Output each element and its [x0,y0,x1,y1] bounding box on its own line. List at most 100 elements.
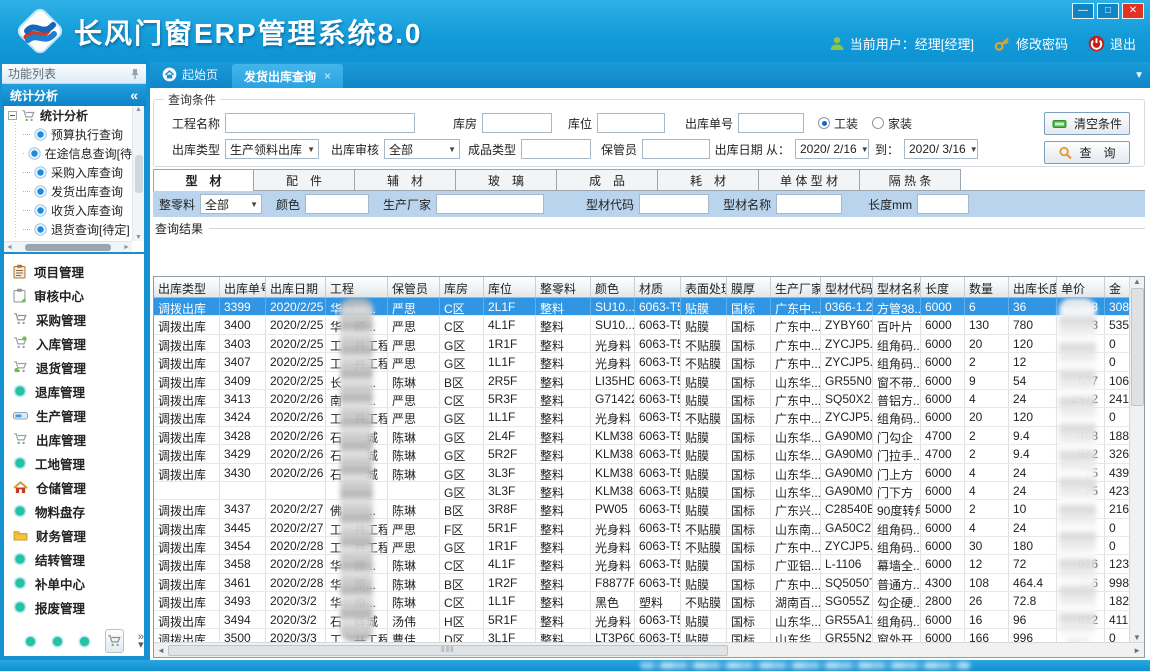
radio-jiazhuang[interactable]: 家装 [872,115,912,132]
table-row[interactable]: 调拨出库34372020/2/27佛 ...陈琳B区3R8F整料PW056063… [154,500,1135,518]
tree-item[interactable]: 预算执行查询 [4,125,132,144]
column-header[interactable]: 库房 [440,277,484,297]
cart-panel-button[interactable] [105,629,124,653]
sidebar-item-退库管理[interactable]: 退库管理 [4,379,144,403]
date-from-picker[interactable]: 2020/ 2/16▼ [795,139,869,159]
table-row[interactable]: G区3L3F整料KLM38176063-T5贴膜国标山东华...GA90M09.… [154,482,1135,500]
search-button[interactable]: 查 询 [1044,141,1130,164]
column-header[interactable]: 出库长度 [1009,277,1057,297]
column-header[interactable]: 出库单号 [220,277,266,297]
collapse-icon[interactable]: « [130,87,138,103]
table-row[interactable]: 调拨出库34542020/2/28工 共工程严思G区1R1F整料光身料6063-… [154,537,1135,555]
table-row[interactable]: 调拨出库34932020/3/2华 原...陈琳C区1L1F整料黑色塑料不贴膜国… [154,592,1135,610]
table-row[interactable]: 调拨出库34092020/2/25长 ...陈琳B区2R5F整料LI35HD60… [154,372,1135,390]
sidebar-item-工地管理[interactable]: 工地管理 [4,451,144,475]
column-header[interactable]: 材质 [635,277,681,297]
profile-name-input[interactable] [776,194,842,214]
maximize-button[interactable]: □ [1097,3,1119,19]
tab-list-dropdown-icon[interactable]: ▼ [1134,70,1144,81]
circle-icon[interactable] [78,635,91,648]
product-type-input[interactable] [521,139,591,159]
tree-vertical-scrollbar[interactable]: ▲▼ [132,106,144,241]
change-password-button[interactable]: 修改密码 [994,34,1068,53]
clear-conditions-button[interactable]: 清空条件 [1044,112,1130,135]
material-tab[interactable]: 单 体 型 材 [759,169,860,190]
profile-code-input[interactable] [639,194,709,214]
pin-icon[interactable] [130,68,140,80]
sidebar-item-出库管理[interactable]: 出库管理 [4,427,144,451]
column-header[interactable]: 出库类型 [154,277,220,297]
material-tab[interactable]: 耗 材 [658,169,759,190]
table-row[interactable]: 调拨出库34582020/2/28华 原...陈琳C区4L1F整料光身料6063… [154,555,1135,573]
circle-icon[interactable] [24,635,37,648]
column-header[interactable]: 型材代码 [821,277,873,297]
tree-item[interactable]: 收货入库查询 [4,201,132,220]
sidebar-item-结转管理[interactable]: 结转管理 [4,547,144,571]
minimize-button[interactable]: — [1072,3,1094,19]
material-tab[interactable]: 玻 璃 [456,169,557,190]
project-name-input[interactable] [225,113,415,133]
sidebar-item-生产管理[interactable]: 生产管理 [4,403,144,427]
table-row[interactable]: 调拨出库34612020/2/28华 原...陈琳B区1R2F整料F8877FT… [154,574,1135,592]
table-row[interactable]: 调拨出库34302020/2/26石 城陈琳G区3L3F整料KLM3817606… [154,464,1135,482]
table-row[interactable]: 调拨出库34132020/2/26南 ...严思C区5R3F整料G7142260… [154,390,1135,408]
tree-item[interactable]: 采购入库查询 [4,163,132,182]
tree-item[interactable]: 在途信息查询[待 [4,144,132,163]
table-row[interactable]: 调拨出库34452020/2/27工 共工程严思F区5R1F整料光身料6063-… [154,519,1135,537]
outbound-audit-select[interactable]: 全部▼ [384,139,460,159]
material-tab[interactable]: 型 材 [153,169,254,191]
circle-icon[interactable] [51,635,64,648]
sidebar-item-报废管理[interactable]: 报废管理 [4,595,144,619]
material-tab[interactable]: 成 品 [557,169,658,190]
tree-root[interactable]: 统计分析 [4,106,132,125]
column-header[interactable]: 出库日期 [266,277,326,297]
table-row[interactable]: 调拨出库34942020/3/2石 辉城汤伟H区5R1F整料光身料6063-T5… [154,611,1135,629]
column-header[interactable]: 长度 [921,277,965,297]
grid-horizontal-scrollbar[interactable]: ◄⦀⦀⦀► [154,642,1144,657]
column-header[interactable]: 单价 [1057,277,1105,297]
sidebar-item-采购管理[interactable]: 采购管理 [4,307,144,331]
factory-input[interactable] [436,194,544,214]
column-header[interactable]: 颜色 [591,277,635,297]
table-row[interactable]: 调拨出库34072020/2/25工 共工程严思G区1L1F整料光身料6063-… [154,353,1135,371]
column-header[interactable]: 整零料 [536,277,591,297]
keeper-input[interactable] [642,139,710,159]
column-header[interactable]: 表面处理 [681,277,727,297]
close-button[interactable]: ✕ [1122,3,1144,19]
table-row[interactable]: 调拨出库34282020/2/26石 城陈琳G区2L4F整料KLM3817606… [154,427,1135,445]
table-row[interactable]: 调拨出库34242020/2/26工 共工程严思G区1L1F整料光身料6063-… [154,408,1135,426]
material-tab[interactable]: 隔 热 条 [860,169,961,190]
tab-shipping-outbound-query[interactable]: 发货出库查询 × [232,64,343,88]
table-row[interactable]: 调拨出库33992020/2/25华 原...严思C区2L1F整料SU10...… [154,298,1135,316]
table-row[interactable]: 调拨出库34292020/2/26石 城陈琳G区5R2F整料KLM3817606… [154,445,1135,463]
grid-vertical-scrollbar[interactable]: ▲▼ [1129,277,1144,642]
tree-item[interactable]: 退货查询[待定] [4,220,132,239]
color-input[interactable] [305,194,369,214]
tab-home[interactable]: 起始页 [150,66,232,88]
sidebar-item-补单中心[interactable]: 补单中心 [4,571,144,595]
sidebar-item-入库管理[interactable]: 入库管理 [4,331,144,355]
zhengliao-select[interactable]: 全部▼ [200,194,262,214]
date-to-picker[interactable]: 2020/ 3/16▼ [904,139,978,159]
sidebar-item-财务管理[interactable]: 财务管理 [4,523,144,547]
sidebar-item-项目管理[interactable]: 项目管理 [4,259,144,283]
column-header[interactable]: 膜厚 [727,277,771,297]
table-row[interactable]: 调拨出库35002020/3/3工 共工程曹佳D区3L1F整料LT3P60606… [154,629,1135,642]
location-input[interactable] [597,113,665,133]
column-header[interactable]: 型材名称 [873,277,921,297]
tree-item[interactable]: 发货出库查询 [4,182,132,201]
material-tab[interactable]: 配 件 [254,169,355,190]
material-tab[interactable]: 辅 材 [355,169,456,190]
column-header[interactable]: 生产厂家 [771,277,821,297]
tree-horizontal-scrollbar[interactable]: ◄► [4,241,132,252]
column-header[interactable]: 数量 [965,277,1009,297]
logout-button[interactable]: 退出 [1088,34,1136,53]
warehouse-input[interactable] [482,113,552,133]
table-row[interactable]: 调拨出库34002020/2/25华 原...严思C区4L1F整料SU10...… [154,316,1135,334]
column-header[interactable]: 工程 [326,277,388,297]
sidebar-item-仓储管理[interactable]: 仓储管理 [4,475,144,499]
column-header[interactable]: 库位 [484,277,536,297]
table-row[interactable]: 调拨出库34032020/2/25工 共工程严思G区1R1F整料光身料6063-… [154,335,1135,353]
expander-icon[interactable] [8,111,17,120]
column-header[interactable]: 保管员 [388,277,440,297]
